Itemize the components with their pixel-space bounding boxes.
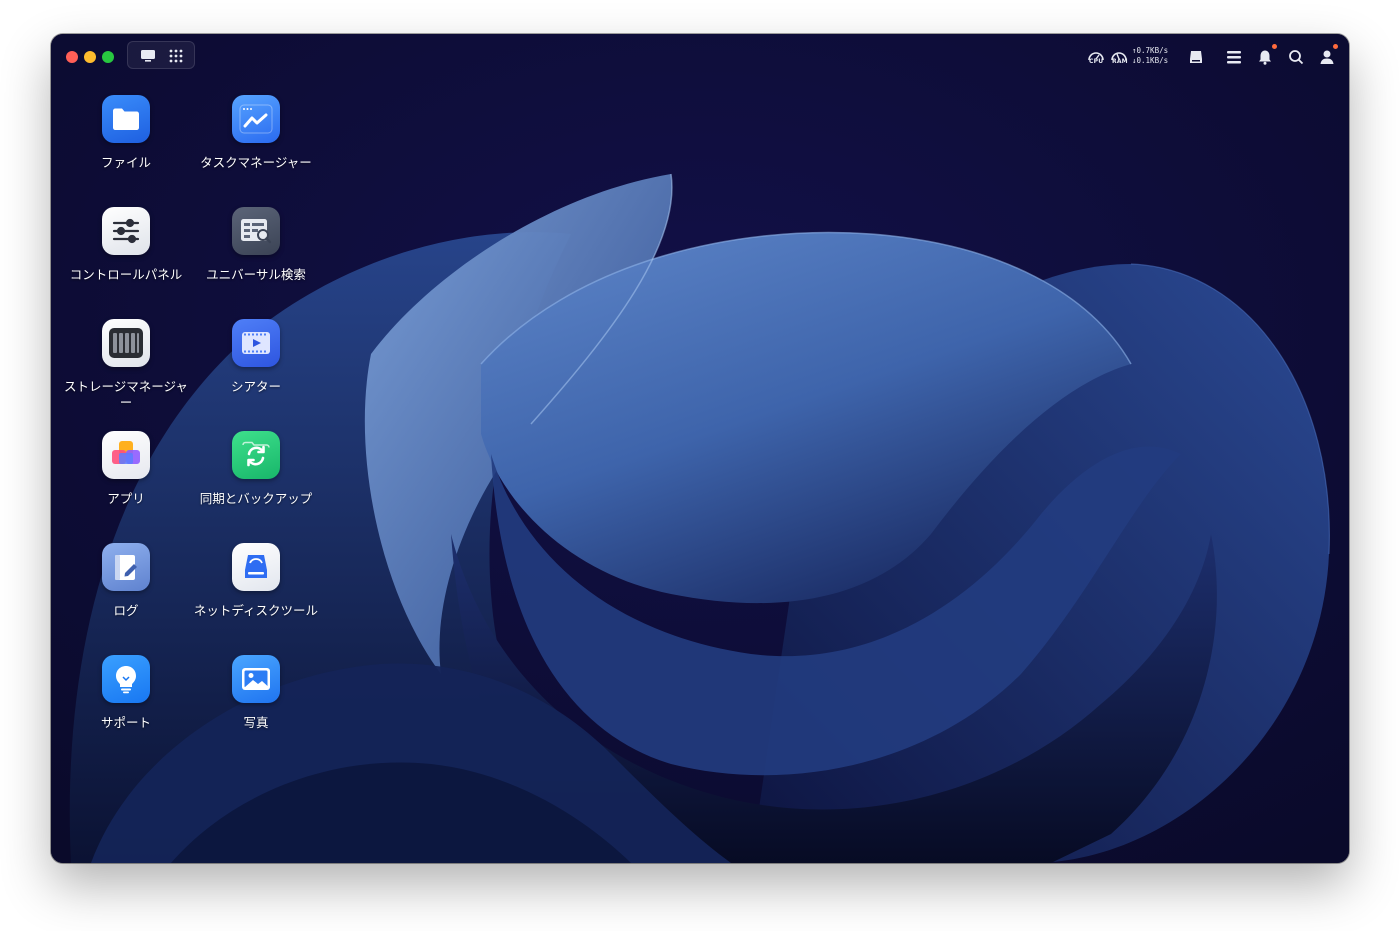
icon-label: アプリ xyxy=(107,491,145,506)
task-manager-icon xyxy=(232,95,280,143)
close-window-button[interactable] xyxy=(66,51,78,63)
notification-badge xyxy=(1272,44,1277,49)
top-bar: CPU RAM ↑0.7KB/s ↓0.1KB/s xyxy=(51,34,1349,78)
user-badge xyxy=(1333,44,1338,49)
icon-label: ファイル xyxy=(100,155,151,170)
sync-backup-icon xyxy=(232,431,280,479)
cpu-label: CPU xyxy=(1089,58,1104,65)
icon-label: シアター xyxy=(230,379,281,394)
app-center-icon xyxy=(102,431,150,479)
icon-label: ユニバーサル検索 xyxy=(206,267,306,282)
network-speed: ↑0.7KB/s ↓0.1KB/s xyxy=(1132,46,1168,66)
icon-label: タスクマネージャー xyxy=(200,155,312,170)
desktop-icon-support[interactable]: サポート xyxy=(61,655,191,755)
storage-icon[interactable] xyxy=(1185,46,1207,68)
desktop-icon-task-manager[interactable]: タスクマネージャー xyxy=(191,95,321,195)
icon-label: 写真 xyxy=(243,715,269,730)
desktop-icon-storage-manager[interactable]: ストレージマネージャー xyxy=(61,319,191,419)
icon-label: ネットディスクツール xyxy=(193,603,319,618)
icon-label: ログ xyxy=(113,603,139,618)
desktop-icon-files[interactable]: ファイル xyxy=(61,95,191,195)
ram-label: RAM xyxy=(1112,58,1128,65)
storage-manager-icon xyxy=(102,319,150,367)
desktop-icon-photos[interactable]: 写真 xyxy=(191,655,321,755)
desktop-icon-universal-search[interactable]: ユニバーサル検索 xyxy=(191,207,321,307)
photo-icon xyxy=(232,655,280,703)
folder-icon xyxy=(102,95,150,143)
desktop-icon-sync-backup[interactable]: 同期とバックアップ xyxy=(191,431,321,531)
maximize-window-button[interactable] xyxy=(102,51,114,63)
minimize-window-button[interactable] xyxy=(84,51,96,63)
universal-search-icon xyxy=(232,207,280,255)
icon-label: コントロールパネル xyxy=(69,267,183,282)
net-disk-icon xyxy=(232,543,280,591)
nas-desktop-window: CPU RAM ↑0.7KB/s ↓0.1KB/s ファイル タスクマネージャー… xyxy=(51,34,1349,863)
grid-icon[interactable] xyxy=(167,47,185,65)
icon-label: サポート xyxy=(100,715,151,730)
search-icon[interactable] xyxy=(1285,46,1307,68)
desktop-icon-net-disk-tool[interactable]: ネットディスクツール xyxy=(191,543,321,643)
desktop-icon[interactable] xyxy=(139,47,157,65)
icon-label: 同期とバックアップ xyxy=(199,491,313,506)
desktop-icon-control-panel[interactable]: コントロールパネル xyxy=(61,207,191,307)
sliders-icon xyxy=(102,207,150,255)
desktop-icon-log[interactable]: ログ xyxy=(61,543,191,643)
user-icon[interactable] xyxy=(1316,46,1338,68)
task-list-icon[interactable] xyxy=(1223,46,1245,68)
theater-icon xyxy=(232,319,280,367)
lightbulb-icon xyxy=(102,655,150,703)
log-icon xyxy=(102,543,150,591)
desktop-icon-apps[interactable]: アプリ xyxy=(61,431,191,531)
bell-icon[interactable] xyxy=(1254,46,1276,68)
desktop-icon-theater[interactable]: シアター xyxy=(191,319,321,419)
view-switcher xyxy=(127,41,195,69)
download-rate: ↓0.1KB/s xyxy=(1132,56,1169,65)
upload-rate: ↑0.7KB/s xyxy=(1132,46,1169,55)
icon-label: ストレージマネージャー xyxy=(64,379,188,410)
